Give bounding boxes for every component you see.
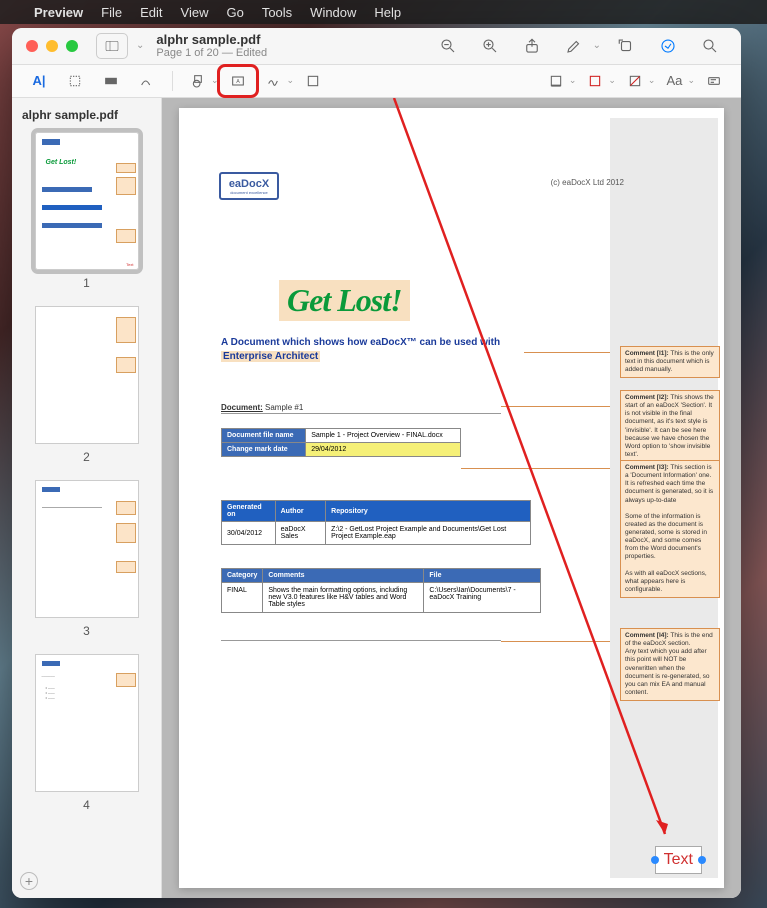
menu-help[interactable]: Help	[374, 5, 401, 20]
share-button[interactable]	[515, 31, 549, 61]
window-controls	[26, 40, 78, 52]
text-tool[interactable]: A	[221, 68, 255, 94]
thumbnail-sidebar[interactable]: alphr sample.pdf Get Lost! Text 1	[12, 98, 162, 898]
menu-tools[interactable]: Tools	[262, 5, 292, 20]
shapes-dropdown-icon[interactable]: ⌄	[211, 75, 219, 86]
title-block: alphr sample.pdf Page 1 of 20 — Edited	[156, 32, 267, 59]
thumbnail-4[interactable]: –––––– • –––• –––• ––– 4	[22, 654, 151, 812]
markup-button[interactable]	[651, 31, 685, 61]
maximize-button[interactable]	[66, 40, 78, 52]
rectangular-selection-tool[interactable]	[58, 68, 92, 94]
thumbnail-3-label: 3	[22, 624, 151, 638]
generated-table: Generated onAuthorRepository 30/04/2012e…	[221, 500, 531, 545]
shape-style-dropdown-icon[interactable]: ⌄	[569, 75, 577, 86]
sketch-tool[interactable]	[130, 68, 164, 94]
border-color-button[interactable]	[578, 68, 612, 94]
thumbnail-1-label: 1	[22, 276, 151, 290]
markup-toolbar: A| ⌄ A ⌄ ⌄ ⌄ ⌄ Aa ⌄	[12, 65, 741, 98]
highlight-dropdown-icon[interactable]: ⌄	[593, 40, 601, 51]
window-title: alphr sample.pdf	[156, 32, 267, 47]
page-area[interactable]: eaDocX document excellence (c) eaDocX Lt…	[162, 98, 741, 898]
fill-color-button[interactable]	[618, 68, 652, 94]
sign-dropdown-icon[interactable]: ⌄	[287, 75, 295, 86]
fill-dropdown-icon[interactable]: ⌄	[648, 75, 656, 86]
resize-handle-left[interactable]	[651, 856, 659, 864]
menu-go[interactable]: Go	[226, 5, 243, 20]
comment-i2: Comment [I2]: This shows the start of an…	[620, 390, 720, 463]
window-body: alphr sample.pdf Get Lost! Text 1	[12, 98, 741, 898]
text-annotation-label[interactable]: Text	[664, 851, 693, 868]
shape-style-button[interactable]	[539, 68, 573, 94]
thumbnail-2[interactable]: 2	[22, 306, 151, 464]
add-page-button[interactable]: +	[20, 872, 38, 890]
zoom-in-button[interactable]	[473, 31, 507, 61]
thumbnail-4-label: 4	[22, 798, 151, 812]
svg-text:A: A	[236, 79, 240, 85]
window-subtitle: Page 1 of 20 — Edited	[156, 47, 267, 59]
thumbnail-1[interactable]: Get Lost! Text 1	[22, 132, 151, 290]
comment-i1: Comment [I1]: This is the only text in t…	[620, 346, 720, 378]
menu-file[interactable]: File	[101, 5, 122, 20]
text-style-button[interactable]: Aa	[657, 68, 691, 94]
shapes-tool[interactable]	[181, 68, 215, 94]
search-button[interactable]	[693, 31, 727, 61]
border-dropdown-icon[interactable]: ⌄	[608, 75, 616, 86]
comment-i4: Comment [I4]: This is the end of the eaD…	[620, 628, 720, 701]
thumbnail-3[interactable]: 3	[22, 480, 151, 638]
logo: eaDocX document excellence	[219, 172, 279, 200]
info-table: Document file nameSample 1 - Project Ove…	[221, 428, 461, 457]
sidebar-dropdown-icon[interactable]: ⌄	[136, 40, 144, 51]
menu-edit[interactable]: Edit	[140, 5, 162, 20]
sign-tool[interactable]	[257, 68, 291, 94]
rotate-button[interactable]	[609, 31, 643, 61]
pdf-page[interactable]: eaDocX document excellence (c) eaDocX Lt…	[179, 108, 724, 888]
sidebar-title: alphr sample.pdf	[22, 108, 151, 122]
menu-window[interactable]: Window	[310, 5, 356, 20]
copyright-text: (c) eaDocX Ltd 2012	[551, 178, 624, 187]
minimize-button[interactable]	[46, 40, 58, 52]
getlost-heading: Get Lost!	[279, 280, 410, 321]
highlight-button[interactable]	[557, 31, 591, 61]
end-section-line	[221, 640, 501, 641]
document-section-line: Document: Sample #1	[221, 403, 501, 414]
text-annotation[interactable]: Text	[655, 846, 702, 874]
thumbnail-2-label: 2	[22, 450, 151, 464]
document-title: A Document which shows how eaDocX™ can b…	[221, 336, 521, 364]
menu-view[interactable]: View	[181, 5, 209, 20]
resize-handle-right[interactable]	[698, 856, 706, 864]
close-button[interactable]	[26, 40, 38, 52]
redact-tool[interactable]	[94, 68, 128, 94]
note-tool[interactable]	[296, 68, 330, 94]
preview-window: ⌄ alphr sample.pdf Page 1 of 20 — Edited…	[12, 28, 741, 898]
menubar: Preview File Edit View Go Tools Window H…	[0, 0, 767, 24]
app-menu[interactable]: Preview	[34, 5, 83, 20]
zoom-out-button[interactable]	[431, 31, 465, 61]
category-table: CategoryCommentsFile FINALShows the main…	[221, 568, 541, 613]
text-style-dropdown-icon[interactable]: ⌄	[687, 75, 695, 86]
text-selection-tool[interactable]: A|	[22, 68, 56, 94]
form-fields-button[interactable]	[697, 68, 731, 94]
titlebar: ⌄ alphr sample.pdf Page 1 of 20 — Edited…	[12, 28, 741, 65]
sidebar-toggle-button[interactable]	[96, 33, 128, 59]
comment-i3: Comment [I3]: This section is a 'Documen…	[620, 460, 720, 598]
